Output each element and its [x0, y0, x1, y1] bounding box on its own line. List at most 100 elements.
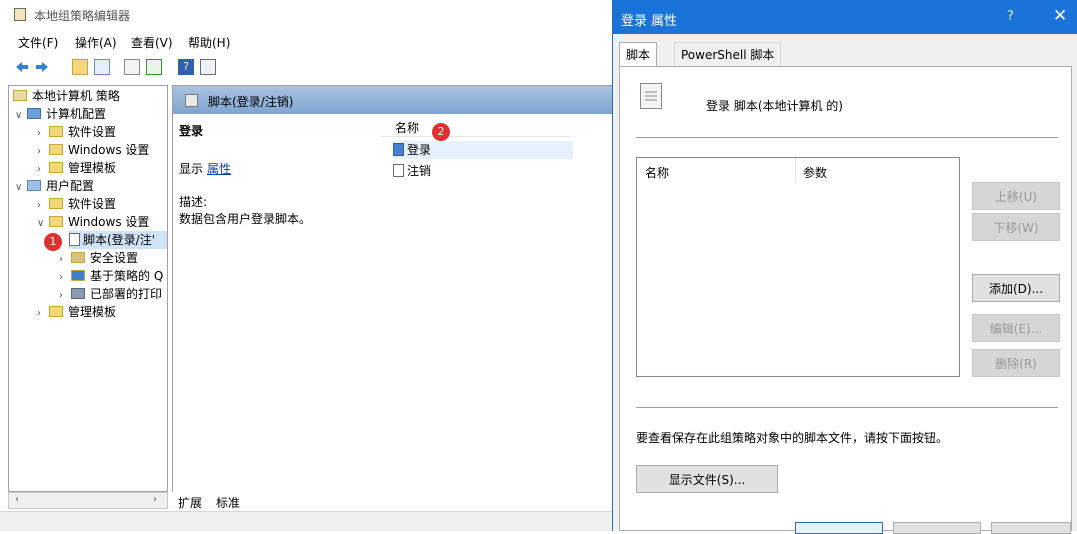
script-icon — [185, 94, 198, 107]
separator — [636, 407, 1058, 408]
details-pane: 脚本(登录/注销) 登录 显示 属性 描述: 数据包含用户登录脚本。 名称 登录 … — [172, 85, 613, 492]
chevron-down-icon[interactable]: ∨ — [15, 179, 27, 197]
status-bar — [0, 511, 612, 531]
chevron-down-icon[interactable]: ∨ — [37, 215, 49, 233]
delete-button[interactable]: 删除(R) — [972, 349, 1060, 377]
dialog-title-bar: 登录 属性 ? ✕ — [613, 0, 1077, 34]
step-badge-2: 2 — [432, 123, 450, 141]
show-files-button[interactable]: 显示文件(S)... — [636, 465, 778, 493]
script-icon — [393, 164, 404, 177]
tree-item-admin-templates[interactable]: › 管理模板 — [37, 159, 116, 177]
main-window: 本地组策略编辑器 文件(F) 操作(A) 查看(V) 帮助(H) ? 本地计算机… — [0, 0, 613, 531]
logon-properties-dialog: 登录 属性 ? ✕ 脚本 PowerShell 脚本 登录 脚本(本地计算机 的… — [612, 0, 1077, 534]
scroll-right-icon[interactable]: › — [153, 494, 157, 505]
export-list-icon[interactable] — [146, 59, 162, 75]
chevron-down-icon[interactable]: ∨ — [15, 107, 27, 125]
cancel-button[interactable] — [893, 522, 981, 534]
folder-icon — [49, 144, 63, 155]
move-up-button[interactable]: 上移(U) — [972, 182, 1060, 210]
tree-item-user-windows-settings[interactable]: ∨ Windows 设置 — [37, 213, 149, 231]
add-button[interactable]: 添加(D)... — [972, 274, 1060, 302]
dialog-heading: 登录 脚本(本地计算机 的) — [706, 99, 843, 113]
tree-item-deployed-printers[interactable]: › 已部署的打印 — [59, 285, 162, 303]
computer-icon — [27, 108, 41, 119]
tree-item-user-admin-templates[interactable]: › 管理模板 — [37, 303, 116, 321]
folder-icon — [49, 306, 63, 317]
folder-icon — [49, 126, 63, 137]
dialog-tabs: 脚本 PowerShell 脚本 — [619, 42, 1072, 67]
menu-action[interactable]: 操作(A) — [75, 34, 117, 51]
menu-help[interactable]: 帮助(H) — [188, 34, 230, 51]
tree-item-user-config[interactable]: ∨ 用户配置 — [15, 177, 94, 195]
tree-item-user-software-settings[interactable]: › 软件设置 — [37, 195, 116, 213]
policy-icon — [13, 90, 27, 101]
details-header: 脚本(登录/注销) — [173, 86, 613, 114]
view-tabs: 扩展 标准 — [172, 492, 612, 510]
move-down-button[interactable]: 下移(W) — [972, 213, 1060, 241]
tree-item-security-settings[interactable]: › 安全设置 — [59, 249, 138, 267]
show-hide-tree-icon[interactable] — [94, 59, 110, 75]
security-icon — [71, 252, 85, 263]
chart-icon — [71, 270, 85, 281]
scroll-left-icon[interactable]: ‹ — [15, 494, 19, 505]
tab-powershell-scripts[interactable]: PowerShell 脚本 — [674, 42, 782, 66]
description-label: 描述: — [179, 195, 208, 209]
properties-link[interactable]: 属性 — [207, 162, 231, 176]
app-icon — [14, 8, 26, 21]
script-icon — [393, 143, 404, 156]
selected-item-title: 登录 — [179, 124, 204, 138]
tab-standard[interactable]: 标准 — [216, 494, 240, 511]
tree-item-software-settings[interactable]: › 软件设置 — [37, 123, 116, 141]
close-icon[interactable]: ✕ — [1053, 6, 1067, 26]
scripts-list[interactable]: 名称 参数 — [636, 157, 960, 377]
script-icon — [640, 83, 662, 109]
menu-file[interactable]: 文件(F) — [18, 34, 58, 51]
window-title: 本地组策略编辑器 — [34, 9, 131, 23]
users-icon — [27, 180, 41, 191]
apply-button[interactable] — [991, 522, 1071, 534]
column-parameters[interactable]: 参数 — [803, 164, 827, 181]
separator — [636, 137, 1058, 138]
step-badge-1: 1 — [44, 233, 62, 251]
toolbar: ? — [0, 56, 612, 78]
back-icon[interactable] — [14, 59, 30, 75]
menu-view[interactable]: 查看(V) — [131, 34, 173, 51]
edit-button[interactable]: 编辑(E)... — [972, 314, 1060, 342]
list-item-logoff[interactable]: 注销 — [393, 162, 431, 180]
list-column-header[interactable]: 名称 — [381, 116, 571, 137]
list-item-logon[interactable]: 登录 — [393, 141, 573, 159]
tree-horizontal-scrollbar[interactable]: ‹ › — [8, 492, 168, 509]
column-name[interactable]: 名称 — [645, 164, 669, 181]
tree-item-root[interactable]: 本地计算机 策略 — [13, 87, 120, 105]
tree-item-computer-config[interactable]: ∨ 计算机配置 — [15, 105, 106, 123]
column-divider[interactable] — [795, 158, 796, 182]
help-button[interactable]: ? — [1007, 9, 1014, 24]
folder-icon — [49, 162, 63, 173]
show-files-hint: 要查看保存在此组策略对象中的脚本文件，请按下面按钮。 — [636, 431, 949, 445]
help-icon[interactable]: ? — [178, 59, 194, 75]
chevron-right-icon[interactable]: › — [37, 305, 49, 323]
column-name[interactable]: 名称 — [395, 119, 419, 136]
script-icon — [69, 233, 80, 246]
description-text: 数据包含用户登录脚本。 — [179, 212, 312, 226]
details-header-title: 脚本(登录/注销) — [208, 95, 294, 109]
dialog-title: 登录 属性 — [621, 14, 678, 29]
console-tree: 本地计算机 策略 ∨ 计算机配置 › 软件设置 › Windows 设置 › 管理模板 … — [8, 85, 168, 492]
tab-extended[interactable]: 扩展 — [178, 494, 202, 511]
show-properties-line: 显示 属性 — [179, 160, 231, 177]
tree-item-policy-qos[interactable]: › 基于策略的 Q — [59, 267, 163, 285]
properties-icon[interactable] — [124, 59, 140, 75]
show-label: 显示 — [179, 162, 204, 176]
tree-item-windows-settings[interactable]: › Windows 设置 — [37, 141, 149, 159]
title-bar: 本地组策略编辑器 — [0, 0, 612, 30]
forward-icon[interactable] — [34, 59, 50, 75]
folder-icon — [49, 216, 63, 227]
up-folder-icon[interactable] — [72, 59, 88, 75]
folder-icon — [49, 198, 63, 209]
tab-scripts[interactable]: 脚本 — [619, 42, 658, 67]
tree-item-scripts[interactable]: 脚本(登录/注' — [69, 231, 167, 249]
dialog-body: 登录 脚本(本地计算机 的) 名称 参数 上移(U) 下移(W) 添加(D)..… — [619, 66, 1072, 531]
printer-icon — [71, 288, 85, 299]
view-icon[interactable] — [200, 59, 216, 75]
ok-button[interactable] — [795, 522, 883, 534]
